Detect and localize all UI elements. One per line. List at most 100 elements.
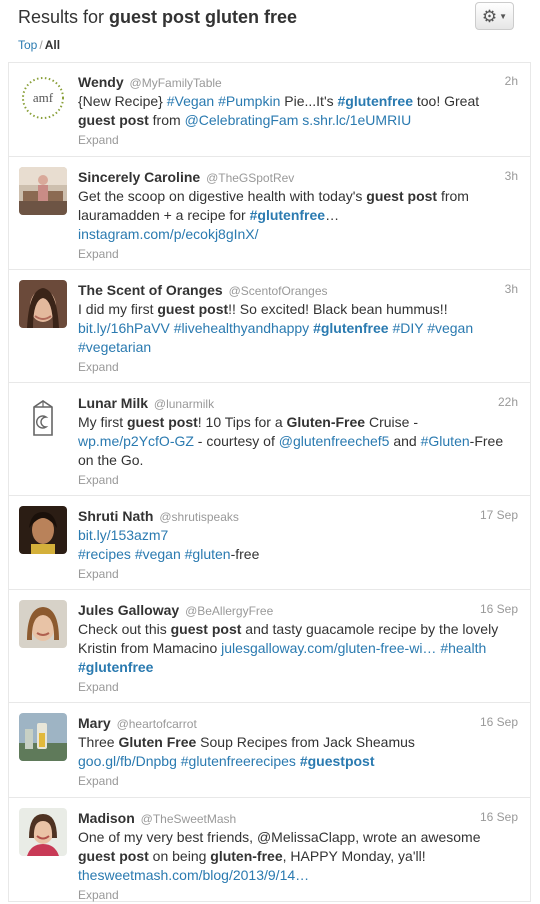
tweet-item[interactable]: amf Wendy @MyFamilyTable 2h {New Recipe}… xyxy=(8,63,531,157)
user-name[interactable]: Lunar Milk xyxy=(78,395,148,411)
hashtag-link[interactable]: #Vegan xyxy=(167,93,215,109)
avatar[interactable] xyxy=(19,393,67,441)
hashtag-link[interactable]: #vegan xyxy=(135,546,181,562)
tweet-item[interactable]: Shruti Nath @shrutispeaks 17 Sep bit.ly/… xyxy=(8,496,531,590)
hashtag-link[interactable]: #health xyxy=(440,640,486,656)
tweet-time[interactable]: 22h xyxy=(498,395,518,409)
expand-link[interactable]: Expand xyxy=(78,360,518,374)
url-link[interactable]: goo.gl/fb/Dnpbg xyxy=(78,753,177,769)
expand-link[interactable]: Expand xyxy=(78,473,518,487)
tweet-text: One of my very best friends, @MelissaCla… xyxy=(78,829,481,883)
hashtag-link[interactable]: #Gluten xyxy=(421,433,470,449)
tweet-item[interactable]: Madison @TheSweetMash 16 Sep One of my v… xyxy=(8,798,531,902)
tweet-item[interactable]: Mary @heartofcarrot 16 Sep Three Gluten … xyxy=(8,703,531,798)
hashtag-link[interactable]: #glutenfree xyxy=(250,207,325,223)
hashtag-link[interactable]: #vegan xyxy=(427,320,473,336)
expand-link[interactable]: Expand xyxy=(78,567,518,581)
user-handle[interactable]: @heartofcarrot xyxy=(117,717,197,731)
user-handle[interactable]: @MyFamilyTable xyxy=(130,76,222,90)
tweet-text: Three Gluten Free Soup Recipes from Jack… xyxy=(78,734,415,769)
user-name[interactable]: Madison xyxy=(78,810,135,826)
caret-down-icon: ▼ xyxy=(499,11,508,21)
avatar[interactable] xyxy=(19,808,67,856)
hashtag-link[interactable]: #glutenfree xyxy=(338,93,413,109)
hashtag-link[interactable]: #glutenfree xyxy=(313,320,388,336)
tweet-text: Get the scoop on digestive health with t… xyxy=(78,188,469,242)
tweet-item[interactable]: Jules Galloway @BeAllergyFree 16 Sep Che… xyxy=(8,590,531,703)
hashtag-link[interactable]: #DIY xyxy=(392,320,423,336)
tweet-header: Jules Galloway @BeAllergyFree 16 Sep xyxy=(78,602,518,620)
tweet-item[interactable]: Lunar Milk @lunarmilk 22h My first guest… xyxy=(8,383,531,496)
user-handle[interactable]: @BeAllergyFree xyxy=(185,604,273,618)
tweet-time[interactable]: 2h xyxy=(505,74,518,88)
filter-top-link[interactable]: Top xyxy=(18,38,37,52)
tweet-text: Check out this guest post and tasty guac… xyxy=(78,621,499,675)
expand-link[interactable]: Expand xyxy=(78,680,518,694)
hashtag-link[interactable]: #vegetarian xyxy=(78,339,151,355)
url-link[interactable]: wp.me/p2YcfO-GZ xyxy=(78,433,194,449)
user-name[interactable]: Sincerely Caroline xyxy=(78,169,200,185)
hashtag-link[interactable]: #livehealthyandhappy xyxy=(174,320,309,336)
expand-link[interactable]: Expand xyxy=(78,247,518,261)
expand-link[interactable]: Expand xyxy=(78,774,518,788)
avatar[interactable] xyxy=(19,167,67,215)
url-link[interactable]: bit.ly/153azm7 xyxy=(78,527,168,543)
tweet-text: My first guest post! 10 Tips for a Glute… xyxy=(78,414,504,468)
url-link[interactable]: s.shr.lc/1eUMRIU xyxy=(302,112,411,128)
expand-link[interactable]: Expand xyxy=(78,888,518,902)
hashtag-link[interactable]: #guestpost xyxy=(300,753,375,769)
tweet-time[interactable]: 3h xyxy=(505,169,518,183)
url-link[interactable]: instagram.com/p/ecokj8gInX/ xyxy=(78,226,259,242)
avatar[interactable] xyxy=(19,506,67,554)
tweet-header: Mary @heartofcarrot 16 Sep xyxy=(78,715,518,733)
hashtag-link[interactable]: #glutenfreerecipes xyxy=(181,753,296,769)
user-name[interactable]: Jules Galloway xyxy=(78,602,179,618)
tweet-header: Shruti Nath @shrutispeaks 17 Sep xyxy=(78,508,518,526)
page-title: Results for guest post gluten free xyxy=(18,7,298,27)
search-header: Results for guest post gluten free Top / A… xyxy=(0,0,540,62)
gear-icon: ⚙ xyxy=(481,6,498,26)
avatar[interactable] xyxy=(19,280,67,328)
tweet-header: Wendy @MyFamilyTable 2h xyxy=(78,74,518,92)
avatar[interactable]: amf xyxy=(19,74,67,122)
search-query: guest post gluten free xyxy=(109,7,298,27)
user-handle[interactable]: @shrutispeaks xyxy=(159,510,239,524)
url-link[interactable]: julesgalloway.com/gluten-free-wi… xyxy=(221,640,436,656)
mention-link[interactable]: @glutenfreechef5 xyxy=(279,433,390,449)
tweet-time[interactable]: 16 Sep xyxy=(480,810,518,824)
expand-link[interactable]: Expand xyxy=(78,133,518,147)
user-handle[interactable]: @TheGSpotRev xyxy=(206,171,294,185)
results-filter-nav: Top / All xyxy=(18,38,540,52)
tweet-header: Lunar Milk @lunarmilk 22h xyxy=(78,395,518,413)
user-name[interactable]: Mary xyxy=(78,715,111,731)
mention-link[interactable]: @CelebratingFam xyxy=(185,112,299,128)
tweet-time[interactable]: 16 Sep xyxy=(480,602,518,616)
tweet-time[interactable]: 16 Sep xyxy=(480,715,518,729)
filter-all-active[interactable]: All xyxy=(45,38,60,52)
user-handle[interactable]: @ScentofOranges xyxy=(229,284,328,298)
user-name[interactable]: Wendy xyxy=(78,74,124,90)
tweet-text: bit.ly/153azm7 #recipes #vegan #gluten-fr… xyxy=(78,527,260,562)
hashtag-link[interactable]: #glutenfree xyxy=(78,659,153,675)
tweet-text: {New Recipe} #Vegan #Pumpkin Pie...It's … xyxy=(78,93,480,128)
hashtag-link[interactable]: #gluten xyxy=(185,546,231,562)
user-name[interactable]: The Scent of Oranges xyxy=(78,282,223,298)
avatar[interactable] xyxy=(19,600,67,648)
user-name[interactable]: Shruti Nath xyxy=(78,508,153,524)
url-link[interactable]: bit.ly/16hPaVV xyxy=(78,320,170,336)
user-handle[interactable]: @lunarmilk xyxy=(154,397,214,411)
tweet-item[interactable]: Sincerely Caroline @TheGSpotRev 3h Get t… xyxy=(8,157,531,270)
tweet-stream: amf Wendy @MyFamilyTable 2h {New Recipe}… xyxy=(8,62,531,902)
user-handle[interactable]: @TheSweetMash xyxy=(141,812,237,826)
hashtag-link[interactable]: #Pumpkin xyxy=(218,93,280,109)
hashtag-link[interactable]: #recipes xyxy=(78,546,131,562)
tweet-header: Sincerely Caroline @TheGSpotRev 3h xyxy=(78,169,518,187)
avatar[interactable] xyxy=(19,713,67,761)
tweet-time[interactable]: 17 Sep xyxy=(480,508,518,522)
tweet-time[interactable]: 3h xyxy=(505,282,518,296)
tweet-header: Madison @TheSweetMash 16 Sep xyxy=(78,810,518,828)
tweet-text: I did my first guest post!! So excited! … xyxy=(78,301,474,355)
settings-dropdown-button[interactable]: ⚙ ▼ xyxy=(475,2,514,30)
tweet-item[interactable]: The Scent of Oranges @ScentofOranges 3h … xyxy=(8,270,531,383)
url-link[interactable]: thesweetmash.com/blog/2013/9/14… xyxy=(78,867,309,883)
